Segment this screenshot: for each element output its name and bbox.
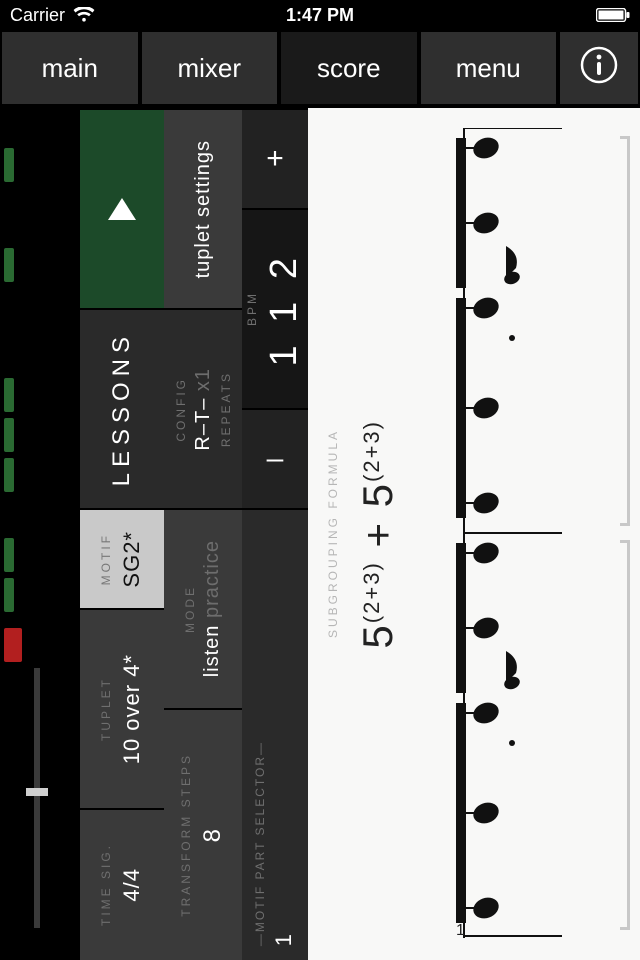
bpm-minus-button[interactable]: – [242, 408, 308, 508]
bpm-plus-button[interactable]: + [242, 108, 308, 208]
lessons-button[interactable]: LESSONS [80, 308, 164, 508]
mode-caption: MODE [183, 585, 197, 633]
timesig-value: 4/4 [119, 868, 145, 902]
transform-value: 8 [199, 828, 227, 842]
indicator-bar [4, 418, 14, 452]
clock: 1:47 PM [0, 5, 640, 26]
motif-selector[interactable]: MOTIF SG2* [80, 508, 164, 608]
status-bar: Carrier 1:47 PM [0, 0, 640, 30]
nav-menu-label: menu [456, 53, 521, 84]
selector-value: 1 [271, 933, 297, 946]
motif-part-selector[interactable]: —MOTIF PART SELECTOR— 1 [242, 508, 308, 960]
bpm-caption: BPM [245, 291, 259, 326]
bpm-display: BPM 1 1 2 [242, 208, 308, 408]
tuplet-bracket [620, 136, 630, 526]
nav-mixer-label: mixer [177, 53, 241, 84]
indicator-bar [4, 378, 14, 412]
info-strip-3: + BPM 1 1 2 – —MOTIF PART SELECTOR— 1 [242, 108, 308, 960]
info-strip-2: tuplet settings CONFIG R–T– x1 REPEATS M… [164, 108, 242, 960]
measure-number: 1 [456, 922, 465, 940]
tuplet-settings-label: tuplet settings [192, 140, 215, 278]
indicator-bar-alert [4, 628, 22, 662]
motif-caption: MOTIF [99, 533, 113, 585]
transform-caption: TRANSFORM STEPS [179, 753, 193, 917]
tuplet-bracket [620, 540, 630, 930]
config-caption: CONFIG [174, 377, 188, 442]
nav-info[interactable] [560, 32, 638, 104]
indicator-bar [4, 538, 14, 572]
tuplet-caption: TUPLET [99, 677, 113, 741]
indicator-bar [4, 148, 14, 182]
nav-main[interactable]: main [2, 32, 138, 104]
nav-menu[interactable]: menu [421, 32, 557, 104]
minus-icon: – [267, 442, 284, 476]
tuplet-settings-button[interactable]: tuplet settings [164, 108, 242, 308]
nav-score[interactable]: score [281, 32, 417, 104]
subgroup-formula: 5(2+3) + 5(2+3) [354, 108, 402, 960]
indicator-bar [4, 248, 14, 282]
position-slider[interactable] [34, 668, 40, 928]
config-value: R–T– x1 [192, 368, 215, 451]
indicator-bar [4, 458, 14, 492]
info-strip-1: LESSONS MOTIF SG2* TUPLET 10 over 4* TIM… [80, 108, 164, 960]
repeats-caption: REPEATS [219, 371, 233, 447]
info-icon [579, 45, 619, 92]
indicator-strip [0, 108, 80, 960]
nav-main-label: main [42, 53, 98, 84]
timesig-selector[interactable]: TIME SIG. 4/4 [80, 808, 164, 960]
play-icon [108, 198, 136, 220]
config-repeats[interactable]: CONFIG R–T– x1 REPEATS [164, 308, 242, 508]
tuplet-selector[interactable]: TUPLET 10 over 4* [80, 608, 164, 808]
mode-selector[interactable]: MODE listen practice [164, 508, 242, 708]
transform-steps[interactable]: TRANSFORM STEPS 8 [164, 708, 242, 960]
nav-bar: main mixer score menu [0, 30, 640, 108]
play-button[interactable] [80, 108, 164, 308]
indicator-bar [4, 578, 14, 612]
motif-value: SG2* [119, 531, 145, 588]
timesig-caption: TIME SIG. [99, 843, 113, 926]
plus-icon: + [266, 142, 284, 176]
mode-value: listen practice [201, 540, 224, 677]
subgroup-caption: SUBGROUPING FORMULA [326, 108, 340, 960]
score-panel: SUBGROUPING FORMULA 5(2+3) + 5(2+3) [308, 108, 640, 960]
nav-score-label: score [317, 53, 381, 84]
nav-mixer[interactable]: mixer [142, 32, 278, 104]
bpm-value: 1 1 2 [263, 252, 306, 367]
selector-caption: —MOTIF PART SELECTOR— [253, 741, 267, 946]
tuplet-value: 10 over 4* [119, 654, 145, 764]
lessons-label: LESSONS [108, 331, 136, 486]
music-notation: 1 [452, 128, 612, 940]
